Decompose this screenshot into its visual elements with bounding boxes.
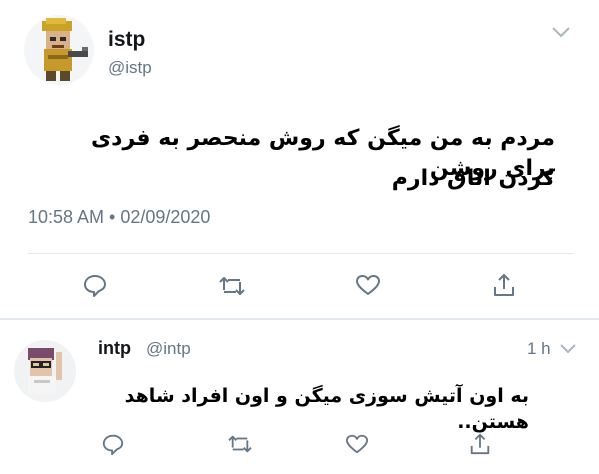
reply-icon[interactable]: [101, 432, 125, 461]
reply-author-name[interactable]: intp: [98, 338, 131, 359]
istp-avatar-image: [42, 18, 88, 81]
share-icon[interactable]: [491, 271, 517, 304]
retweet-icon[interactable]: [227, 433, 253, 460]
like-icon[interactable]: [345, 433, 369, 460]
main-tweet-text-line2: کردن اتاق دارم: [391, 166, 555, 191]
reply-author-handle[interactable]: @intp: [146, 339, 191, 359]
divider: [28, 253, 573, 254]
like-icon[interactable]: [355, 273, 381, 302]
share-icon[interactable]: [468, 431, 492, 462]
reply-time[interactable]: 1 h: [527, 339, 551, 359]
main-author-name[interactable]: istp: [108, 28, 145, 52]
reply-icon[interactable]: [82, 272, 108, 303]
main-tweet-timestamp[interactable]: 10:58 AM • 02/09/2020: [28, 207, 210, 228]
istp-avatar[interactable]: [24, 15, 94, 85]
section-divider: [0, 318, 599, 320]
chevron-down-icon[interactable]: [558, 340, 578, 358]
chevron-down-icon[interactable]: [549, 22, 573, 42]
main-author-handle[interactable]: @istp: [108, 58, 152, 78]
retweet-icon[interactable]: [218, 274, 246, 303]
reply-tweet-text: به اون آتیش سوزی میگن و اون افراد شاهد ه…: [124, 385, 529, 433]
